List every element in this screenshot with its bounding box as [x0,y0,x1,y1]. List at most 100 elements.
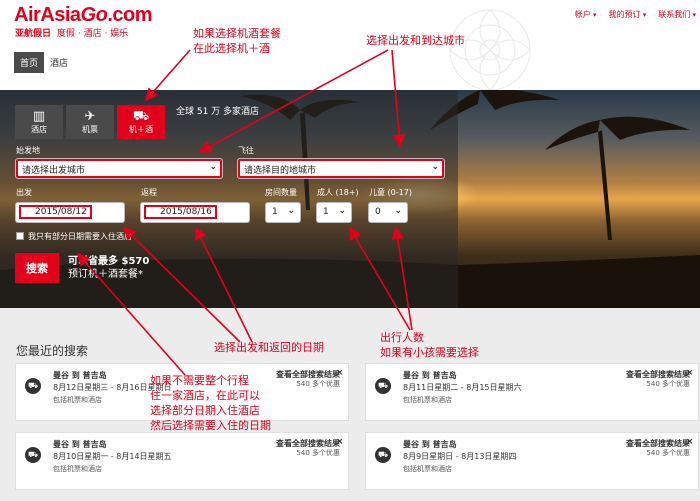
brand-logo[interactable]: AirAsiaGo.com [14,4,152,27]
annotation-text: 如果选择机酒套餐 [193,27,281,40]
destination-select[interactable]: 请选择目的地城市 ⌄ [237,158,445,179]
tab-flight-hotel[interactable]: ⛟ 机＋酒 [117,105,165,139]
tab-flight-hotel-label: 机＋酒 [129,125,153,134]
recent-route: 曼谷 到 普吉岛 [53,440,107,449]
search-button[interactable]: 搜索 [15,253,59,283]
recent-offers: 540 多个优惠 [296,449,340,457]
tab-hotel-label: 酒店 [31,125,47,134]
recent-search-card[interactable]: ⛟ 曼谷 到 普吉岛 8月9日星期日 - 8月13日星期四 包括机票和酒店 查看… [365,432,699,490]
flight-hotel-icon: ⛟ [375,447,391,463]
chevron-down-icon: ⌄ [338,206,346,216]
logo-chinese-name: 亚航假日 [15,29,52,39]
annotation-text: 然后选择需要入住的日期 [150,419,271,432]
flight-hotel-icon: ⛟ [375,378,391,394]
partial-hotel-label: 我只有部分日期需要入住酒店 [28,232,132,241]
annotation-cities: 选择出发和到达城市 [366,34,465,47]
partial-hotel-checkbox[interactable] [16,232,24,240]
chevron-down-icon: ⌄ [431,162,439,172]
origin-select[interactable]: 请选择出发城市 ⌄ [15,158,223,179]
recent-includes: 包括机票和酒店 [53,396,102,404]
logo-text-main: AirAsia [14,4,81,26]
annotation-text: 选择部分日期入住酒店 [150,404,260,417]
recent-includes: 包括机票和酒店 [403,465,452,473]
logo-text-go: Go [80,4,108,26]
close-icon[interactable]: × [686,368,694,378]
annotation-partial-hotel: 如果不需要整个行程 住一家酒店，在此可以 选择部分日期入住酒店 然后选择需要入住… [150,373,271,433]
sub-navigation: 首页 酒店 [14,52,74,73]
recent-search-card[interactable]: ⛟ 曼谷 到 普吉岛 8月10日星期一 - 8月14日星期五 包括机票和酒店 查… [15,432,349,490]
logo-subline: 亚航假日 度假 · 酒店 · 娱乐 [15,26,128,39]
flight-hotel-icon: ⛟ [132,109,150,124]
recent-includes: 包括机票和酒店 [403,396,452,404]
tab-flight[interactable]: ✈ 机票 [66,105,114,139]
recent-route: 曼谷 到 普吉岛 [53,371,107,380]
destination-label: 飞往 [238,146,254,155]
my-bookings-link[interactable]: 我的预订 [609,9,647,20]
annotation-flight-hotel: 如果选择机酒套餐 在此选择机＋酒 [193,26,281,56]
hotel-icon: ▥ [32,109,46,124]
children-select[interactable]: 0 ⌄ [368,202,408,223]
depart-date-input[interactable]: 2015/08/12 [15,202,125,223]
recent-dates: 8月9日星期日 - 8月13日星期四 [403,452,517,461]
recent-dates: 8月11日星期二 - 8月15日星期六 [403,383,522,392]
top-links: 帐户 我的预订 联系我们 [575,9,696,20]
adults-select[interactable]: 1 ⌄ [316,202,352,223]
hero-banner: ▥ 酒店 ✈ 机票 ⛟ 机＋酒 全球 51 万 多家酒店 始发地 请选择出发城市… [0,90,700,308]
return-label: 返程 [141,188,157,197]
tab-flight-label: 机票 [82,125,98,134]
rooms-select[interactable]: 1 ⌄ [265,202,301,223]
adults-value: 1 [323,207,329,217]
annotation-text: 住一家酒店，在此可以 [150,389,260,402]
children-value: 0 [375,207,381,217]
recent-route: 曼谷 到 普吉岛 [403,371,457,380]
annotation-dates: 选择出发和返回的日期 [214,341,324,354]
rooms-label: 房间数量 [265,188,297,197]
chevron-down-icon: ⌄ [287,206,295,216]
origin-select-value: 请选择出发城市 [22,166,86,176]
recent-offers: 540 多个优惠 [646,380,690,388]
recent-offers: 540 多个优惠 [646,449,690,457]
annotation-passengers: 出行人数 如果有小孩需要选择 [380,330,479,360]
nav-home[interactable]: 首页 [14,52,45,73]
savings-amount: 可以省最多 $570 [68,256,150,267]
product-tabs: ▥ 酒店 ✈ 机票 ⛟ 机＋酒 [15,105,165,139]
return-date-input[interactable]: 2015/08/16 [140,202,250,223]
close-icon[interactable]: × [686,437,694,447]
depart-date-value: 2015/08/12 [19,205,92,219]
logo-tagline: 度假 · 酒店 · 娱乐 [57,29,129,39]
tab-hotel[interactable]: ▥ 酒店 [15,105,63,139]
nav-hotel[interactable]: 酒店 [44,52,74,73]
destination-select-value: 请选择目的地城市 [244,166,317,176]
annotation-text: 在此选择机＋酒 [193,42,270,55]
recent-dates: 8月10日星期一 - 8月14日星期五 [53,452,172,461]
recent-searches-section: 您最近的搜索 ⛟ 曼谷 到 普吉岛 8月12日星期三 - 8月16日星期日 包括… [0,308,700,501]
logo-text-tld: .com [107,4,152,26]
close-icon[interactable]: × [336,368,344,378]
adults-label: 成人 (18+) [317,188,359,197]
site-header: AirAsiaGo.com 亚航假日度假 · 酒店 · 娱乐 帐户 我的预订 联… [0,0,700,90]
flight-hotel-icon: ⛟ [25,447,41,463]
annotation-text: 出行人数 [380,331,424,344]
search-panel: ▥ 酒店 ✈ 机票 ⛟ 机＋酒 全球 51 万 多家酒店 始发地 请选择出发城市… [0,90,458,308]
close-icon[interactable]: × [336,437,344,447]
recent-search-card[interactable]: ⛟ 曼谷 到 普吉岛 8月11日星期二 - 8月15日星期六 包括机票和酒店 查… [365,363,699,421]
recent-searches-title: 您最近的搜索 [16,344,89,358]
account-link[interactable]: 帐户 [575,9,597,20]
depart-label: 出发 [16,188,32,197]
annotation-text: 如果不需要整个行程 [150,374,249,387]
chevron-down-icon: ⌄ [394,206,402,216]
hotel-count-note: 全球 51 万 多家酒店 [176,107,260,117]
chevron-down-icon: ⌄ [209,162,217,172]
rooms-value: 1 [272,207,278,217]
plane-icon: ✈ [84,109,96,124]
recent-route: 曼谷 到 普吉岛 [403,440,457,449]
contact-link[interactable]: 联系我们 [658,9,696,20]
savings-package: 预订机＋酒套餐* [68,269,143,280]
origin-label: 始发地 [16,146,40,155]
savings-note: 可以省最多 $570 预订机＋酒套餐* [68,255,149,281]
annotation-text: 如果有小孩需要选择 [380,346,479,359]
recent-includes: 包括机票和酒店 [53,465,102,473]
recent-offers: 540 多个优惠 [296,380,340,388]
flight-hotel-icon: ⛟ [25,378,41,394]
return-date-value: 2015/08/16 [144,205,217,219]
